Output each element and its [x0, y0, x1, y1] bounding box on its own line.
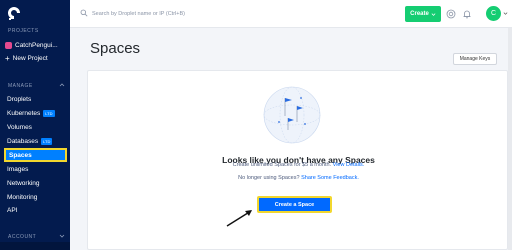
avatar-initial: C [490, 10, 497, 17]
sidebar: PROJECTS CatchPengui... + New Project MA… [0, 0, 70, 250]
sidebar-item-label: Spaces [9, 151, 32, 159]
empty-state-description: Create unlimited Spaces for $5 a month. … [88, 162, 509, 168]
spaces-globe-illustration-icon [263, 86, 321, 144]
sidebar-item-kubernetes[interactable]: Kubernetes LTD [4, 108, 67, 119]
sidebar-item-api[interactable]: API [4, 205, 67, 216]
scrollbar[interactable] [508, 28, 512, 250]
create-dropdown-button[interactable]: Create [405, 6, 441, 22]
help-icon[interactable] [446, 9, 456, 19]
sidebar-item-label: Kubernetes [7, 110, 41, 117]
digitalocean-logo-icon[interactable] [6, 5, 22, 21]
manage-section-label: MANAGE [8, 83, 33, 89]
project-avatar-icon [5, 41, 12, 49]
sidebar-item-databases[interactable]: Databases LTD [4, 136, 67, 147]
user-avatar[interactable]: C [486, 6, 501, 21]
sidebar-item-label: Monitoring [7, 194, 38, 201]
project-name: CatchPengui... [15, 41, 58, 49]
sidebar-item-label: Databases [7, 138, 39, 145]
empty-desc-text: Create unlimited Spaces for $5 a month. [232, 162, 332, 168]
sidebar-item-label: Images [7, 166, 29, 173]
feedback-line: No longer using Spaces? Share Some Feedb… [88, 175, 509, 181]
account-section-label: ACCOUNT [8, 234, 37, 240]
plus-icon: + [5, 53, 10, 63]
new-project-label: New Project [12, 55, 48, 62]
sidebar-item-monitoring[interactable]: Monitoring [4, 192, 67, 203]
projects-section-label: PROJECTS [8, 28, 39, 34]
sidebar-item-images[interactable]: Images [4, 164, 67, 175]
search-input[interactable] [92, 7, 292, 20]
sidebar-item-label: Droplets [7, 96, 32, 103]
ltd-badge: LTD [43, 110, 55, 117]
manage-keys-button[interactable]: Manage Keys [453, 53, 497, 65]
app-root: PROJECTS CatchPengui... + New Project MA… [0, 0, 512, 250]
search-icon [80, 9, 88, 17]
top-bar: Create C [70, 0, 512, 28]
empty-state-card: Looks like you don't have any Spaces Cre… [87, 70, 508, 250]
sidebar-item-label: Volumes [7, 124, 32, 131]
pointer-arrow-icon [226, 210, 252, 227]
create-button-label: Create [410, 11, 429, 17]
view-details-link[interactable]: View Details. [333, 162, 365, 168]
sidebar-item-volumes[interactable]: Volumes [4, 122, 67, 133]
sidebar-item-project[interactable]: CatchPengui... [5, 40, 58, 50]
bell-icon[interactable] [462, 9, 472, 19]
ltd-badge: LTD [41, 138, 53, 145]
sidebar-item-droplets[interactable]: Droplets [4, 94, 67, 105]
sidebar-item-label: Networking [7, 180, 40, 187]
chevron-down-icon[interactable] [503, 11, 508, 16]
create-space-button[interactable]: Create a Space [257, 196, 332, 213]
share-feedback-link[interactable]: Share Some Feedback. [301, 175, 359, 181]
sidebar-item-spaces[interactable]: Spaces [4, 148, 67, 162]
sidebar-footer [0, 242, 70, 250]
chevron-down-icon [431, 12, 436, 16]
chevron-down-icon[interactable] [59, 233, 65, 239]
sidebar-item-networking[interactable]: Networking [4, 178, 67, 189]
chevron-up-icon[interactable] [59, 82, 65, 88]
new-project-link[interactable]: + New Project [5, 53, 48, 63]
page-title: Spaces [90, 40, 141, 57]
feedback-text: No longer using Spaces? [238, 175, 300, 181]
sidebar-item-label: API [7, 207, 18, 214]
